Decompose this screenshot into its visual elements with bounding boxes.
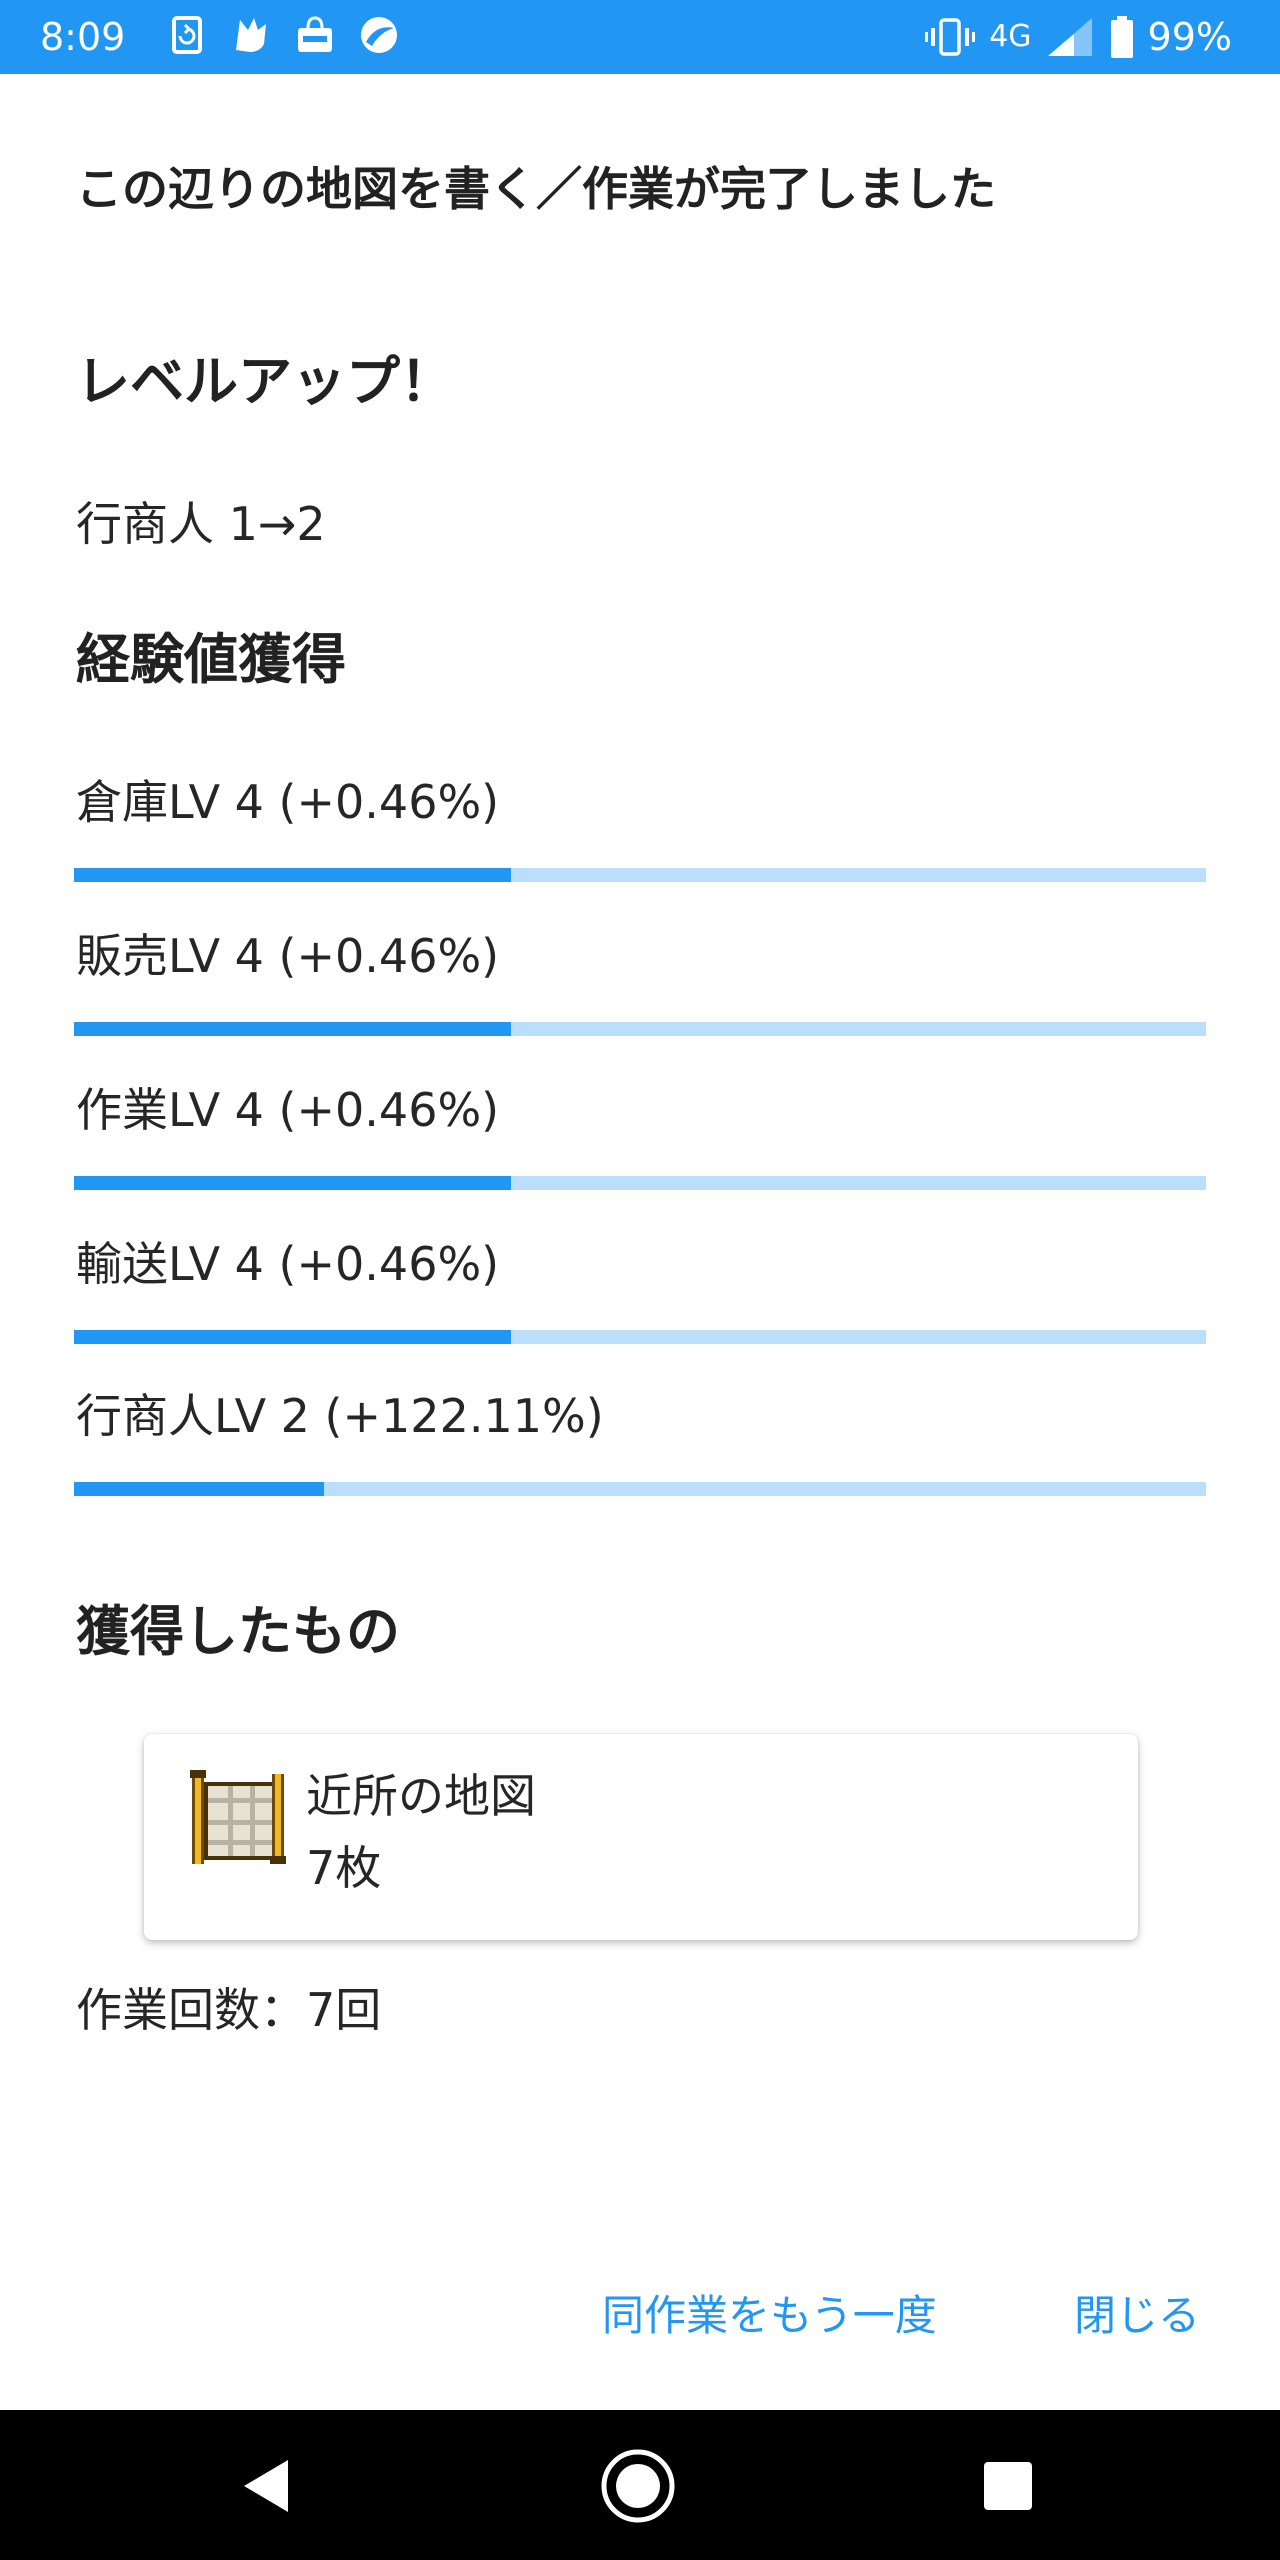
sync-icon <box>172 16 202 54</box>
level-up-heading: レベルアップ！ <box>76 350 454 413</box>
exp-label-peddler: 行商人LV 2 (+122.11%) <box>76 1389 604 1443</box>
experience-heading: 経験値獲得 <box>76 628 346 691</box>
acquired-item-card[interactable]: 近所の地図 7枚 <box>144 1734 1138 1940</box>
system-status: 4G 99% <box>925 12 1232 62</box>
exp-progress-fill <box>74 1022 511 1036</box>
home-button[interactable] <box>590 2438 686 2534</box>
exp-label-sales: 販売LV 4 (+0.46%) <box>76 929 500 983</box>
exp-progress-transport <box>74 1330 1206 1344</box>
result-dialog: この辺りの地図を書く／作業が完了しました レベルアップ！ 行商人 1→2 経験値… <box>0 74 1280 2410</box>
exp-progress-fill <box>74 868 511 882</box>
repeat-work-button[interactable]: 同作業をもう一度 <box>602 2286 937 2346</box>
recents-button[interactable] <box>960 2438 1056 2534</box>
back-button[interactable] <box>218 2438 314 2534</box>
navigation-bar <box>0 2410 1280 2560</box>
mercari-bag-icon <box>298 16 332 52</box>
exp-progress-fill <box>74 1482 325 1496</box>
signal-icon <box>1047 18 1092 56</box>
exp-progress-fill <box>74 1330 511 1344</box>
status-bar: 8:09 4G 99% <box>0 0 1280 74</box>
exp-progress-peddler <box>74 1482 1206 1496</box>
status-time: 8:09 <box>40 15 126 59</box>
acquired-heading: 獲得したもの <box>76 1600 400 1663</box>
battery-percentage: 99% <box>1147 15 1232 59</box>
exp-progress-sales <box>74 1022 1206 1036</box>
bird-app-icon <box>236 18 266 52</box>
notification-icons <box>166 14 400 56</box>
exp-progress-work <box>74 1176 1206 1190</box>
vibrate-icon <box>925 18 976 56</box>
level-up-detail: 行商人 1→2 <box>76 497 326 551</box>
home-icon <box>601 2449 675 2523</box>
recents-icon <box>984 2462 1032 2510</box>
exp-progress-warehouse <box>74 868 1206 882</box>
exp-label-transport: 輸送LV 4 (+0.46%) <box>76 1237 500 1291</box>
back-icon <box>244 2460 288 2512</box>
exp-progress-fill <box>74 1176 511 1190</box>
item-count: 7枚 <box>306 1841 382 1895</box>
battery-icon <box>1110 16 1133 58</box>
dialog-title: この辺りの地図を書く／作業が完了しました <box>76 162 996 216</box>
work-count: 作業回数：7回 <box>76 1983 382 2037</box>
swirl-app-icon <box>361 17 397 53</box>
map-scroll-icon <box>190 1770 286 1864</box>
close-button[interactable]: 閉じる <box>1074 2286 1200 2346</box>
network-type: 4G <box>989 19 1032 54</box>
item-name: 近所の地図 <box>306 1769 536 1823</box>
exp-label-warehouse: 倉庫LV 4 (+0.46%) <box>76 775 500 829</box>
exp-label-work: 作業LV 4 (+0.46%) <box>76 1083 500 1137</box>
